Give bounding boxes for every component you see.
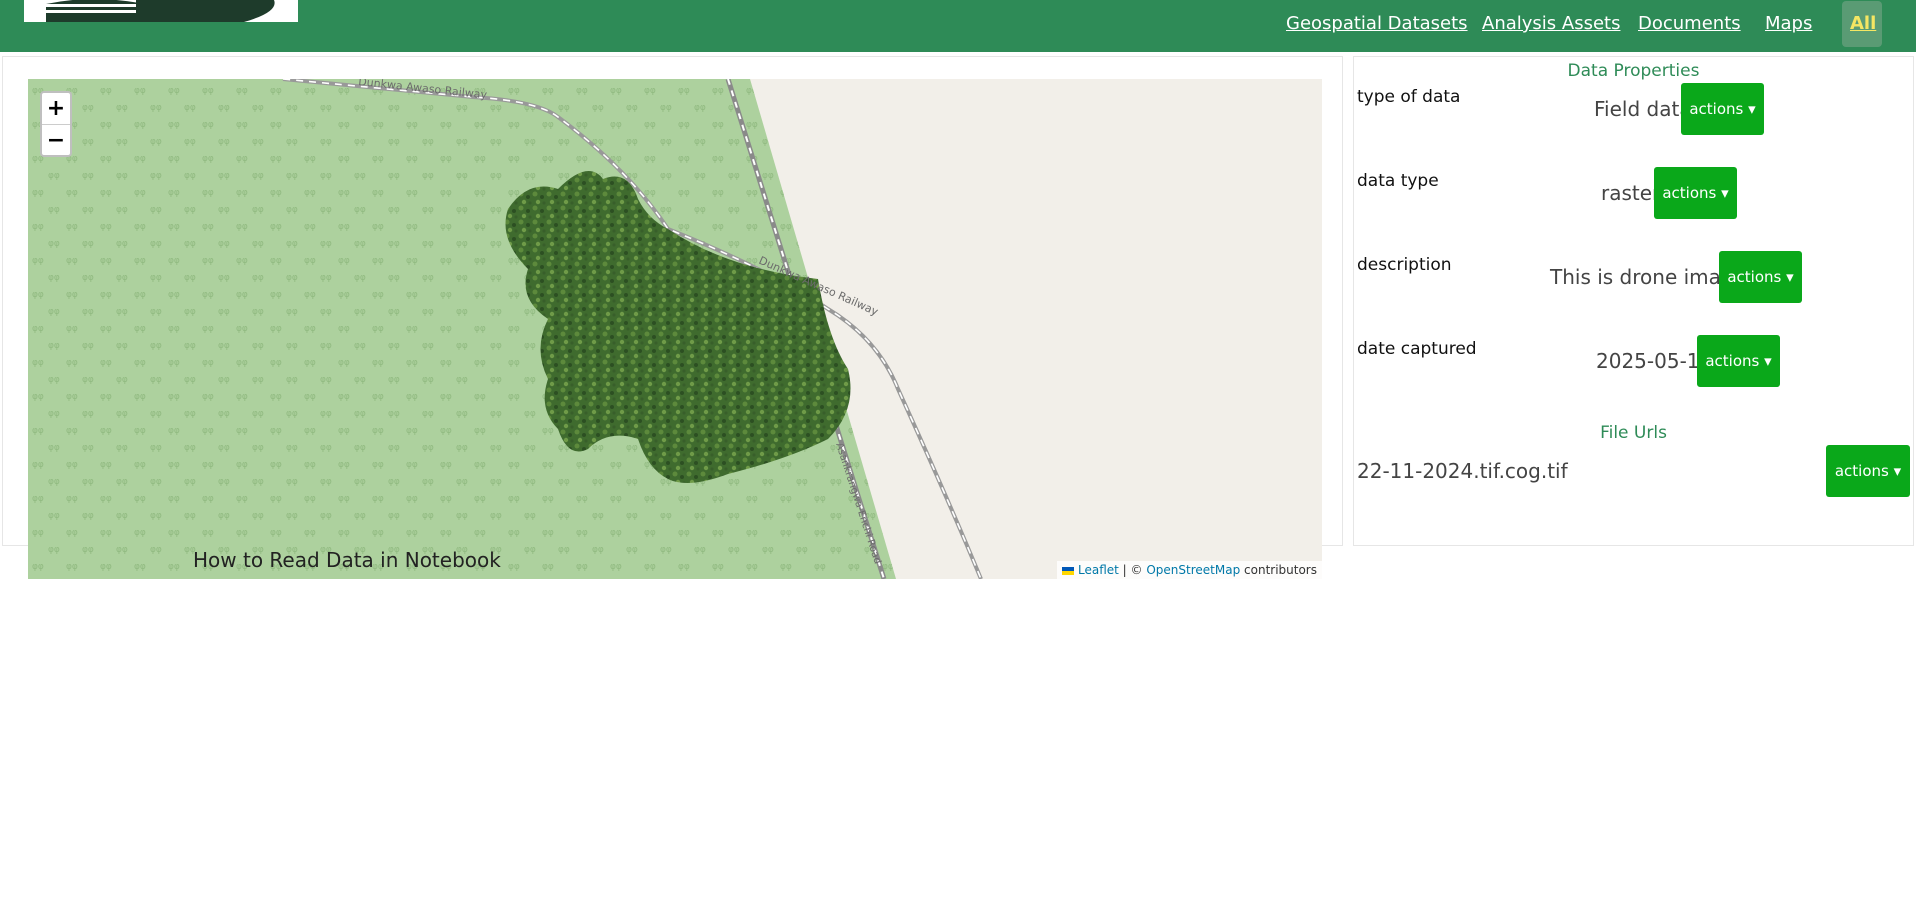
property-value-data-type: raster xyxy=(1601,181,1661,205)
zoom-out-button[interactable]: − xyxy=(42,125,70,156)
map-view[interactable]: φφ φφ Dunkwa Awaso Railway Dunkwa xyxy=(28,79,1322,579)
map-tiles: φφ φφ Dunkwa Awaso Railway Dunkwa xyxy=(28,79,1322,579)
site-logo[interactable] xyxy=(24,0,298,22)
nav-link-all-label: All xyxy=(1850,13,1877,34)
property-label-date-captured: date captured xyxy=(1357,339,1477,359)
nav-link-maps[interactable]: Maps xyxy=(1765,13,1812,34)
property-label-data-type: data type xyxy=(1357,171,1439,191)
attribution-separator: | © xyxy=(1118,563,1147,577)
nav-link-analysis-assets[interactable]: Analysis Assets xyxy=(1482,13,1620,34)
zoom-control: + − xyxy=(40,91,72,157)
top-navbar: Geospatial Datasets Analysis Assets Docu… xyxy=(0,0,1916,52)
property-value-date-captured: 2025-05-15 xyxy=(1596,349,1713,373)
how-to-read-data-link[interactable]: How to Read Data in Notebook xyxy=(193,548,501,572)
data-properties-title: Data Properties xyxy=(1567,61,1700,81)
zoom-in-button[interactable]: + xyxy=(42,93,70,125)
data-properties-card: Data Properties type of data Field data … xyxy=(1353,56,1914,546)
actions-button-type-of-data[interactable]: actions ▾ xyxy=(1681,83,1764,135)
nav-link-documents[interactable]: Documents xyxy=(1638,13,1741,34)
ukraine-flag-icon xyxy=(1062,566,1074,575)
map-attribution: Leaflet | © OpenStreetMap contributors xyxy=(1057,561,1322,579)
property-label-type-of-data: type of data xyxy=(1357,87,1461,107)
property-value-description: This is drone image xyxy=(1550,265,1746,289)
actions-button-data-type[interactable]: actions ▾ xyxy=(1654,167,1737,219)
property-label-description: description xyxy=(1357,255,1452,275)
openstreetmap-link[interactable]: OpenStreetMap xyxy=(1146,563,1240,577)
property-value-type-of-data: Field data xyxy=(1594,97,1692,121)
actions-button-date-captured[interactable]: actions ▾ xyxy=(1697,335,1780,387)
file-urls-title: File Urls xyxy=(1600,423,1667,443)
nav-link-geospatial-datasets[interactable]: Geospatial Datasets xyxy=(1286,13,1468,34)
actions-button-description[interactable]: actions ▾ xyxy=(1719,251,1802,303)
leaflet-link[interactable]: Leaflet xyxy=(1078,563,1119,577)
map-card: φφ φφ Dunkwa Awaso Railway Dunkwa xyxy=(2,56,1343,579)
attribution-suffix: contributors xyxy=(1240,563,1317,577)
actions-button-file-url[interactable]: actions ▾ xyxy=(1826,445,1910,497)
file-url: 22-11-2024.tif.cog.tif xyxy=(1357,459,1568,483)
nav-link-all[interactable]: All xyxy=(1842,1,1882,47)
